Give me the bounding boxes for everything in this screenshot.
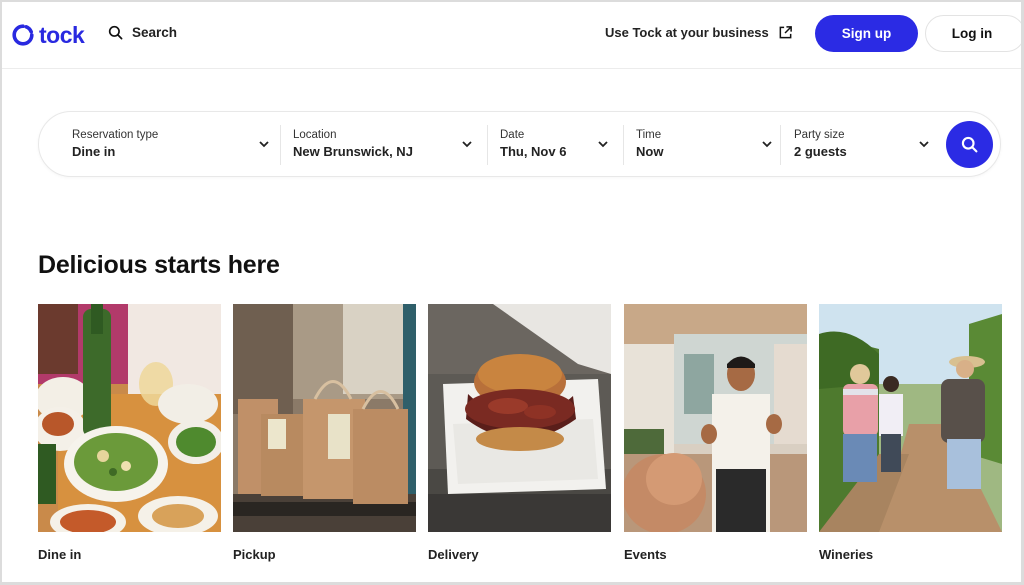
party-size-value: 2 guests xyxy=(794,144,847,159)
chevron-down-icon xyxy=(762,141,772,148)
header-search-link[interactable]: Search xyxy=(108,25,177,40)
search-icon xyxy=(961,136,978,153)
chevron-down-icon xyxy=(598,141,608,148)
browser-viewport: tock Search Use Tock at your business Si… xyxy=(2,2,1021,582)
logo-wordmark: tock xyxy=(39,22,85,48)
category-card-delivery[interactable]: Delivery xyxy=(428,304,611,566)
date-value: Thu, Nov 6 xyxy=(500,144,567,159)
time-label: Time xyxy=(636,129,662,141)
chevron-down-icon xyxy=(259,141,269,148)
dining-table-photo xyxy=(38,304,221,532)
business-link[interactable]: Use Tock at your business xyxy=(605,25,793,40)
location-label: Location xyxy=(293,129,337,141)
party-size-label: Party size xyxy=(794,129,845,141)
category-card-events[interactable]: Events xyxy=(624,304,807,566)
search-submit-button[interactable] xyxy=(946,121,993,168)
tock-logo[interactable]: tock xyxy=(12,22,85,48)
party-size-select[interactable]: Party size 2 guests xyxy=(781,112,937,176)
date-label: Date xyxy=(500,129,525,141)
location-value: New Brunswick, NJ xyxy=(293,144,413,159)
chevron-down-icon xyxy=(919,141,929,148)
paper-bags-photo xyxy=(233,304,416,532)
signup-button[interactable]: Sign up xyxy=(815,15,918,52)
category-card-wineries[interactable]: Wineries xyxy=(819,304,1002,566)
login-button[interactable]: Log in xyxy=(925,15,1021,52)
section-heading: Delicious starts here xyxy=(38,251,280,279)
external-link-icon xyxy=(779,26,792,39)
tock-logo-icon xyxy=(12,24,34,46)
category-label: Wineries xyxy=(819,547,874,562)
time-select[interactable]: Time Now xyxy=(624,112,779,176)
chevron-down-icon xyxy=(462,141,472,148)
location-select[interactable]: Location New Brunswick, NJ xyxy=(281,112,486,176)
search-icon xyxy=(108,25,123,40)
reservation-type-value: Dine in xyxy=(72,144,116,159)
business-link-label: Use Tock at your business xyxy=(605,25,769,40)
category-label: Events xyxy=(624,547,667,562)
category-label: Pickup xyxy=(233,547,276,562)
time-value: Now xyxy=(636,144,664,159)
vineyard-walk-photo xyxy=(819,304,1002,532)
burger-container-photo xyxy=(428,304,611,532)
category-label: Delivery xyxy=(428,547,479,562)
chef-presenting-photo xyxy=(624,304,807,532)
category-label: Dine in xyxy=(38,547,82,562)
reservation-search-bar: Reservation type Dine in Location New Br… xyxy=(38,111,1001,177)
top-nav: tock Search Use Tock at your business Si… xyxy=(2,2,1021,69)
category-card-pickup[interactable]: Pickup xyxy=(233,304,416,566)
reservation-type-label: Reservation type xyxy=(72,129,159,141)
reservation-type-select[interactable]: Reservation type Dine in xyxy=(39,112,279,176)
date-select[interactable]: Date Thu, Nov 6 xyxy=(488,112,622,176)
category-card-dine-in[interactable]: Dine in xyxy=(38,304,221,566)
header-search-label: Search xyxy=(132,25,178,40)
